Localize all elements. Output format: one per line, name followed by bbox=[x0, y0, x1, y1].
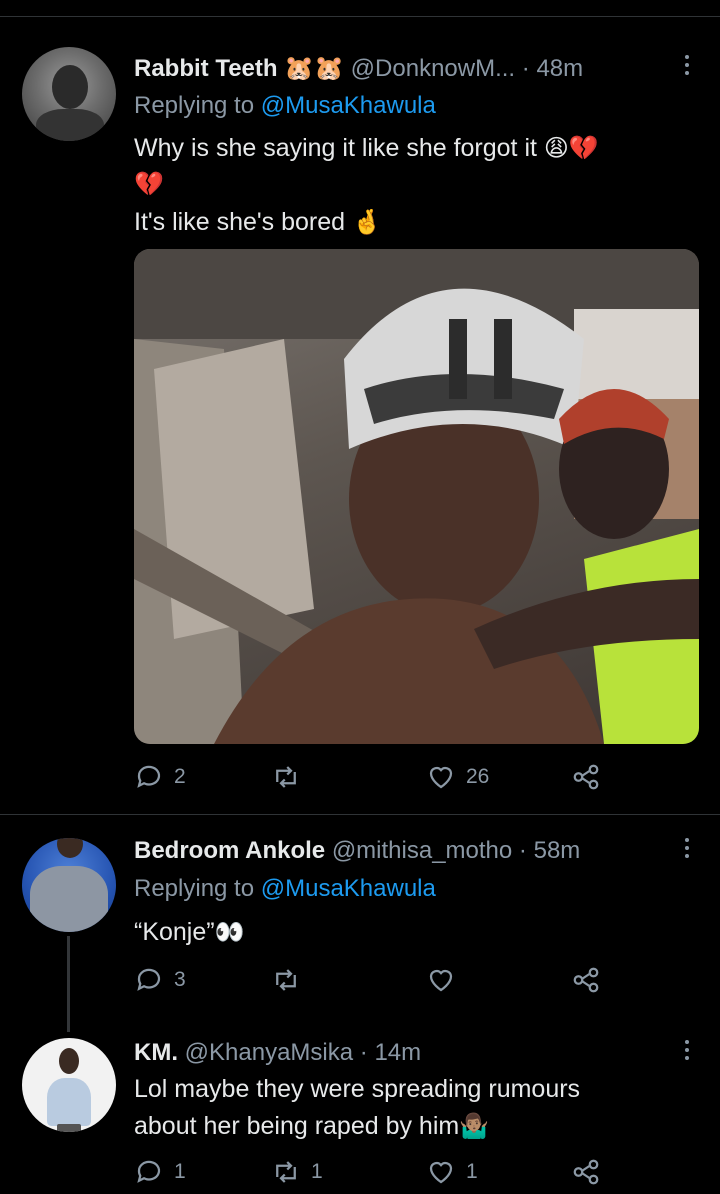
tweet-text: It's like she's bored bbox=[134, 208, 346, 236]
retweet-icon bbox=[276, 1161, 296, 1183]
replying-to: Replying to @MusaKhawula bbox=[134, 875, 436, 903]
tweet-text-line-2: about her being raped by him🤷🏽‍♂️ bbox=[134, 1107, 489, 1146]
tweet-text: “Konje” bbox=[134, 918, 215, 946]
tweet-text-line-3: It's like she's bored 🤞 bbox=[134, 203, 382, 242]
more-icon[interactable] bbox=[684, 838, 690, 858]
text-emoji: 😩💔 bbox=[543, 135, 599, 162]
avatar[interactable] bbox=[22, 1038, 116, 1132]
tweet-divider bbox=[0, 814, 720, 815]
tweet-actions: 2 26 bbox=[134, 762, 614, 796]
display-name[interactable]: Rabbit Teeth bbox=[134, 55, 278, 82]
retweet-icon bbox=[276, 969, 296, 991]
display-name[interactable]: KM. bbox=[134, 1039, 178, 1066]
replying-handle[interactable]: @MusaKhawula bbox=[261, 92, 436, 119]
replying-to: Replying to @MusaKhawula bbox=[134, 92, 436, 120]
like-icon bbox=[429, 969, 453, 992]
reply-icon bbox=[137, 968, 161, 991]
handle[interactable]: @DonknowM... bbox=[351, 55, 515, 82]
like-icon bbox=[429, 1161, 453, 1184]
share-button[interactable] bbox=[571, 762, 601, 792]
separator-dot: · bbox=[521, 55, 530, 82]
retweet-count: 1 bbox=[311, 1160, 323, 1183]
avatar-shirt bbox=[47, 1078, 91, 1126]
share-icon bbox=[573, 764, 599, 790]
reply-icon bbox=[137, 1160, 161, 1183]
reply-count: 3 bbox=[174, 968, 186, 991]
avatar-body bbox=[36, 109, 104, 141]
like-button[interactable]: 1 bbox=[426, 1157, 478, 1187]
text-emoji: 👀 bbox=[214, 919, 245, 946]
separator-dot: · bbox=[518, 837, 527, 864]
like-button[interactable] bbox=[426, 965, 466, 995]
tweet-text-line-1: Lol maybe they were spreading rumours bbox=[134, 1070, 580, 1108]
avatar-legs bbox=[57, 1124, 81, 1132]
replying-prefix: Replying to bbox=[134, 875, 255, 902]
replying-prefix: Replying to bbox=[134, 92, 255, 119]
tweet-photo[interactable] bbox=[134, 249, 699, 744]
avatar-head bbox=[52, 65, 88, 109]
like-count: 26 bbox=[466, 765, 490, 788]
handle[interactable]: @mithisa_motho bbox=[332, 837, 512, 864]
share-button[interactable] bbox=[571, 965, 601, 995]
separator-dot: · bbox=[359, 1039, 368, 1066]
name-emoji: 🐹🐹 bbox=[284, 55, 344, 82]
reply-count: 1 bbox=[174, 1160, 186, 1183]
tweet-text-line-2: 💔 bbox=[134, 165, 164, 204]
reply-icon bbox=[137, 765, 161, 788]
tweet-text: Why is she saying it like she forgot it bbox=[134, 134, 537, 162]
tweet-header: Rabbit Teeth 🐹🐹 @DonknowM... · 48m bbox=[134, 54, 583, 83]
reply-button[interactable]: 3 bbox=[134, 965, 186, 995]
retweet-button[interactable]: 1 bbox=[271, 1157, 323, 1187]
avatar-head bbox=[59, 1048, 79, 1074]
more-icon[interactable] bbox=[684, 1040, 690, 1060]
replying-handle[interactable]: @MusaKhawula bbox=[261, 875, 436, 902]
text-emoji: 🤞 bbox=[352, 209, 382, 236]
more-icon[interactable] bbox=[684, 55, 690, 75]
share-icon bbox=[573, 967, 599, 993]
timestamp[interactable]: 14m bbox=[374, 1039, 421, 1066]
display-name[interactable]: Bedroom Ankole bbox=[134, 837, 325, 864]
tweet-text-line-1: “Konje”👀 bbox=[134, 913, 244, 952]
photo-illustration bbox=[134, 249, 699, 744]
retweet-icon bbox=[276, 766, 296, 788]
reply-button[interactable]: 1 bbox=[134, 1157, 186, 1187]
reply-count: 2 bbox=[174, 765, 186, 788]
avatar-head bbox=[57, 838, 83, 858]
tweet-header: KM. @KhanyaMsika · 14m bbox=[134, 1039, 421, 1067]
timestamp[interactable]: 58m bbox=[534, 837, 581, 864]
retweet-button[interactable] bbox=[271, 762, 311, 792]
share-icon bbox=[573, 1159, 599, 1185]
text-emoji: 🤷🏽‍♂️ bbox=[459, 1113, 490, 1140]
thread-line bbox=[67, 936, 70, 1032]
share-button[interactable] bbox=[571, 1157, 601, 1187]
tweet-actions: 3 bbox=[134, 965, 614, 999]
avatar[interactable] bbox=[22, 47, 116, 141]
tweet-header: Bedroom Ankole @mithisa_motho · 58m bbox=[134, 837, 580, 865]
text-emoji: 💔 bbox=[134, 171, 164, 198]
like-count: 1 bbox=[466, 1160, 478, 1183]
tweet-text: about her being raped by him bbox=[134, 1112, 460, 1140]
avatar-shirt bbox=[30, 866, 108, 932]
tweet-text: Lol maybe they were spreading rumours bbox=[134, 1075, 581, 1103]
retweet-button[interactable] bbox=[271, 965, 311, 995]
timestamp[interactable]: 48m bbox=[536, 55, 583, 82]
top-divider bbox=[0, 16, 720, 17]
tweet-text-line-1: Why is she saying it like she forgot it … bbox=[134, 129, 599, 168]
like-button[interactable]: 26 bbox=[426, 762, 489, 792]
reply-button[interactable]: 2 bbox=[134, 762, 186, 792]
handle[interactable]: @KhanyaMsika bbox=[185, 1039, 353, 1066]
avatar[interactable] bbox=[22, 838, 116, 932]
like-icon bbox=[429, 766, 453, 789]
tweet-actions: 1 1 1 bbox=[134, 1157, 614, 1191]
